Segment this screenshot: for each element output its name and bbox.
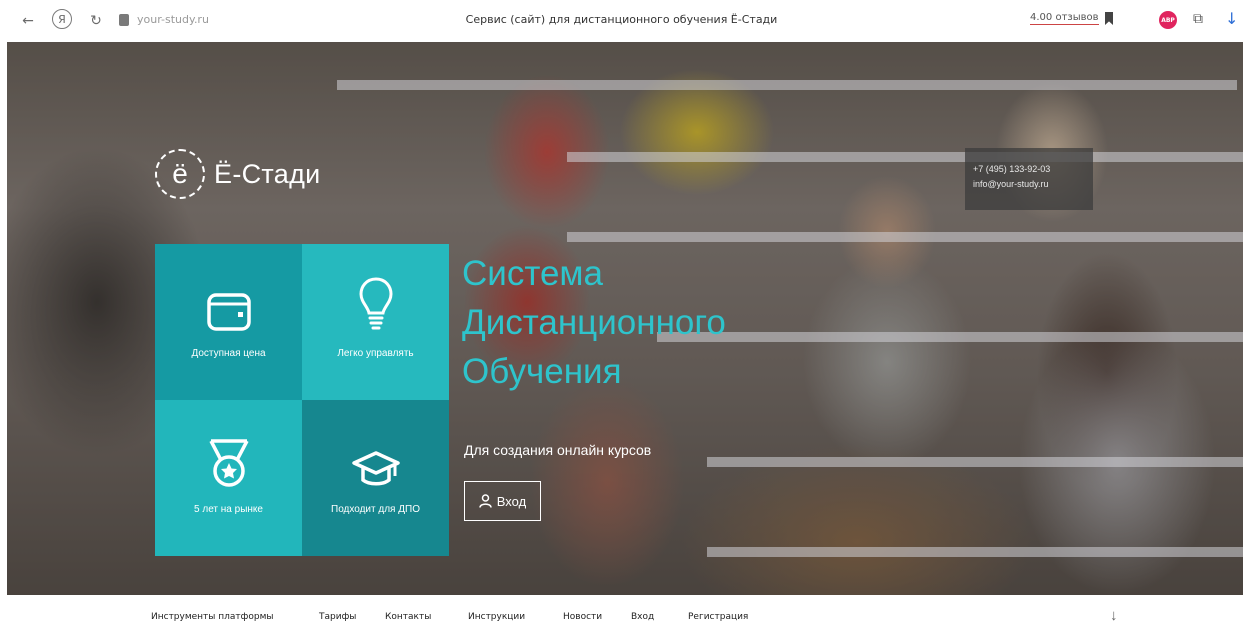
lightbulb-icon bbox=[358, 277, 393, 330]
desk-row bbox=[567, 152, 1243, 162]
nav-item-contacts[interactable]: Контакты bbox=[385, 612, 431, 622]
feature-tile-label: 5 лет на рынке bbox=[194, 504, 263, 515]
scroll-down-icon[interactable]: ↓ bbox=[1110, 607, 1118, 624]
hero-section: ё Ё-Стади +7 (495) 133-92-03 info@your-s… bbox=[7, 42, 1243, 595]
site-logo[interactable]: ё Ё-Стади bbox=[155, 149, 321, 199]
user-icon bbox=[479, 494, 492, 508]
graduation-cap-icon bbox=[351, 451, 400, 486]
desk-row bbox=[707, 547, 1243, 557]
page-title: Сервис (сайт) для дистанционного обучени… bbox=[465, 13, 778, 26]
adblock-icon[interactable]: ABP bbox=[1159, 11, 1177, 29]
main-nav: Инструменты платформы Тарифы Контакты Ин… bbox=[0, 595, 1243, 639]
contact-phone[interactable]: +7 (495) 133-92-03 bbox=[973, 162, 1093, 177]
headline-line: Система bbox=[462, 254, 603, 293]
headline-line: Дистанционного bbox=[462, 303, 726, 342]
nav-item-tools[interactable]: Инструменты платформы bbox=[151, 612, 273, 622]
feature-tile-manage[interactable]: Легко управлять bbox=[302, 244, 449, 400]
download-icon[interactable]: ↓ bbox=[1225, 9, 1238, 28]
desk-row bbox=[657, 332, 1243, 342]
feature-tile-label: Легко управлять bbox=[337, 348, 414, 359]
logo-mark: ё bbox=[155, 149, 205, 199]
desk-row bbox=[707, 457, 1243, 467]
browser-toolbar: ← Я ↻ your-study.ru Сервис (сайт) для ди… bbox=[0, 0, 1243, 42]
nav-item-login[interactable]: Вход bbox=[631, 612, 654, 622]
nav-item-instructions[interactable]: Инструкции bbox=[468, 612, 525, 622]
medal-icon bbox=[208, 439, 249, 487]
desk-row bbox=[567, 232, 1243, 242]
contact-email[interactable]: info@your-study.ru bbox=[973, 177, 1093, 192]
bookmark-icon[interactable] bbox=[1105, 12, 1113, 25]
reviews-link[interactable]: 4.00 отзывов bbox=[1030, 12, 1099, 25]
feature-tile-price[interactable]: Доступная цена bbox=[155, 244, 302, 400]
back-icon[interactable]: ← bbox=[16, 9, 40, 33]
extensions-icon[interactable]: ⧉ bbox=[1193, 11, 1203, 27]
logo-text: Ё-Стади bbox=[214, 158, 321, 189]
login-button[interactable]: Вход bbox=[464, 481, 541, 521]
nav-item-news[interactable]: Новости bbox=[563, 612, 602, 622]
feature-tile-dpo[interactable]: Подходит для ДПО bbox=[302, 400, 449, 556]
hero-headline: Система Дистанционного Обучения bbox=[462, 249, 726, 396]
yandex-icon[interactable]: Я bbox=[52, 9, 72, 29]
lock-icon bbox=[119, 14, 129, 26]
desk-row bbox=[337, 80, 1237, 90]
feature-tile-label: Подходит для ДПО bbox=[331, 504, 420, 515]
login-label: Вход bbox=[496, 493, 527, 509]
hero-subtitle: Для создания онлайн курсов bbox=[464, 442, 652, 458]
contact-box: +7 (495) 133-92-03 info@your-study.ru bbox=[965, 148, 1093, 210]
reload-icon[interactable]: ↻ bbox=[84, 9, 108, 33]
wallet-icon bbox=[206, 293, 251, 331]
feature-tile-label: Доступная цена bbox=[191, 348, 266, 359]
nav-item-register[interactable]: Регистрация bbox=[688, 612, 748, 622]
nav-item-tariffs[interactable]: Тарифы bbox=[319, 612, 356, 622]
feature-tile-years[interactable]: 5 лет на рынке bbox=[155, 400, 302, 556]
address-bar[interactable]: your-study.ru bbox=[137, 13, 209, 26]
headline-line: Обучения bbox=[462, 352, 622, 391]
feature-tiles: Доступная цена Легко управлять 5 лет на … bbox=[155, 244, 449, 556]
